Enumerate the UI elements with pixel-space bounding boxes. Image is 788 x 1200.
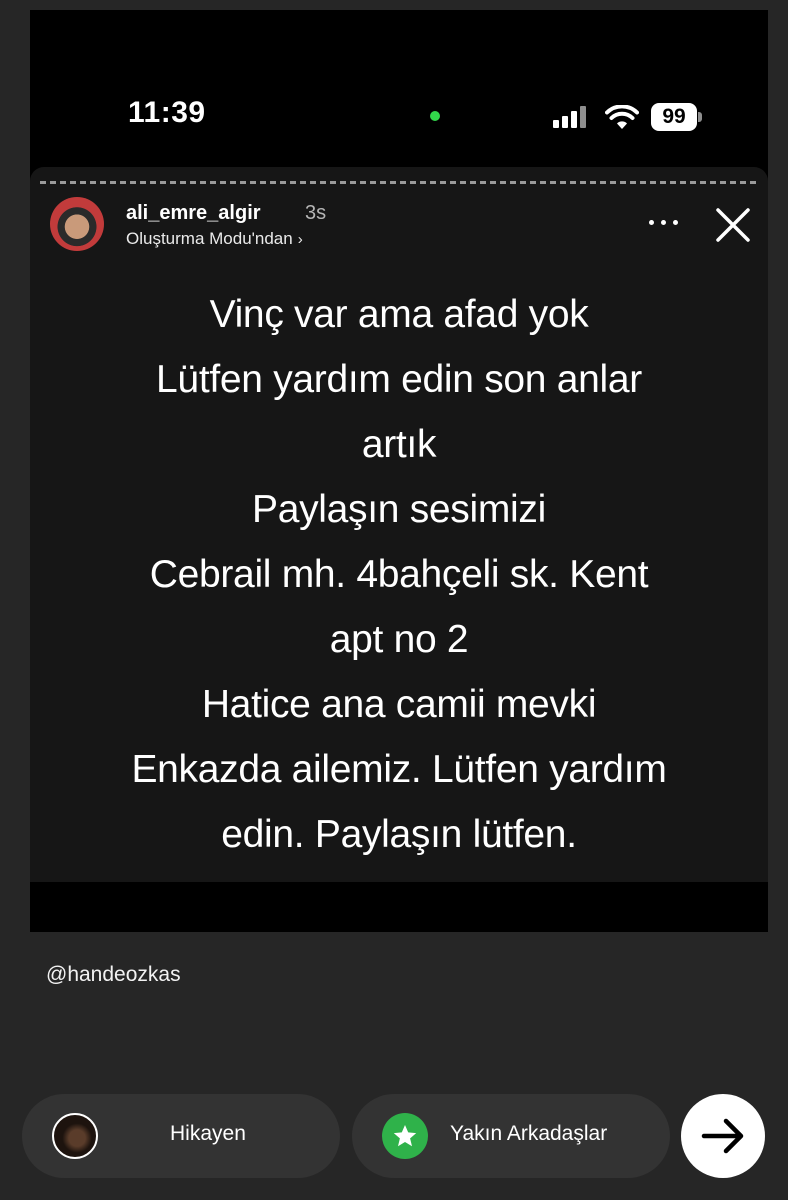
- story-text-line: apt no 2: [329, 618, 469, 661]
- chevron-right-icon: ›: [297, 231, 303, 248]
- story-timestamp: 3s: [305, 202, 327, 224]
- story-subtitle-text: Oluşturma Modu'ndan: [126, 229, 293, 248]
- story-share-screen: 11:39 99 Vinç var ama afad yok Lütfen ya…: [0, 0, 788, 1200]
- story-username[interactable]: ali_emre_algir: [126, 202, 261, 225]
- story-text-line: Paylaşın sesimizi: [252, 488, 546, 531]
- send-button[interactable]: [681, 1094, 765, 1178]
- camera-indicator-icon: [430, 111, 440, 121]
- story-text: Vinç var ama afad yok Lütfen yardım edin…: [70, 282, 728, 867]
- battery-icon: 99: [651, 103, 702, 131]
- story-subtitle-link[interactable]: Oluşturma Modu'ndan ›: [126, 229, 303, 249]
- avatar: [52, 1113, 98, 1159]
- mention-sticker[interactable]: @handeozkas: [46, 963, 181, 987]
- avatar[interactable]: [50, 197, 104, 251]
- story-text-line: edin. Paylaşın lütfen.: [221, 813, 577, 856]
- story-text-line: Lütfen yardım edin son anlar: [156, 358, 642, 401]
- cellular-signal-icon: [553, 106, 591, 128]
- more-options-button[interactable]: [647, 212, 681, 232]
- story-text-line: Enkazda ailemiz. Lütfen yardım: [131, 748, 667, 791]
- arrow-right-icon: [701, 1118, 744, 1154]
- your-story-button[interactable]: Hikayen: [22, 1094, 340, 1178]
- close-friends-button[interactable]: Yakın Arkadaşlar: [352, 1094, 670, 1178]
- story-progress-bar: [40, 181, 756, 184]
- story-content[interactable]: Vinç var ama afad yok Lütfen yardım edin…: [30, 167, 768, 882]
- status-time: 11:39: [128, 96, 206, 129]
- story-text-line: artık: [361, 423, 437, 466]
- close-friends-label: Yakın Arkadaşlar: [450, 1122, 608, 1145]
- reposted-story-screenshot: 11:39 99 Vinç var ama afad yok Lütfen ya…: [30, 10, 768, 932]
- story-text-line: Hatice ana camii mevki: [201, 683, 597, 726]
- story-card: Vinç var ama afad yok Lütfen yardım edin…: [30, 167, 768, 932]
- close-icon[interactable]: [713, 205, 753, 245]
- battery-level: 99: [651, 103, 697, 131]
- wifi-icon: [605, 105, 639, 129]
- more-horizontal-icon: [649, 220, 654, 225]
- star-icon: [382, 1113, 428, 1159]
- story-text-line: Cebrail mh. 4bahçeli sk. Kent: [149, 553, 649, 596]
- story-footer: [30, 882, 768, 932]
- story-text-line: Vinç var ama afad yok: [209, 293, 589, 336]
- status-bar: 11:39 99: [30, 10, 768, 160]
- your-story-label: Hikayen: [170, 1122, 246, 1145]
